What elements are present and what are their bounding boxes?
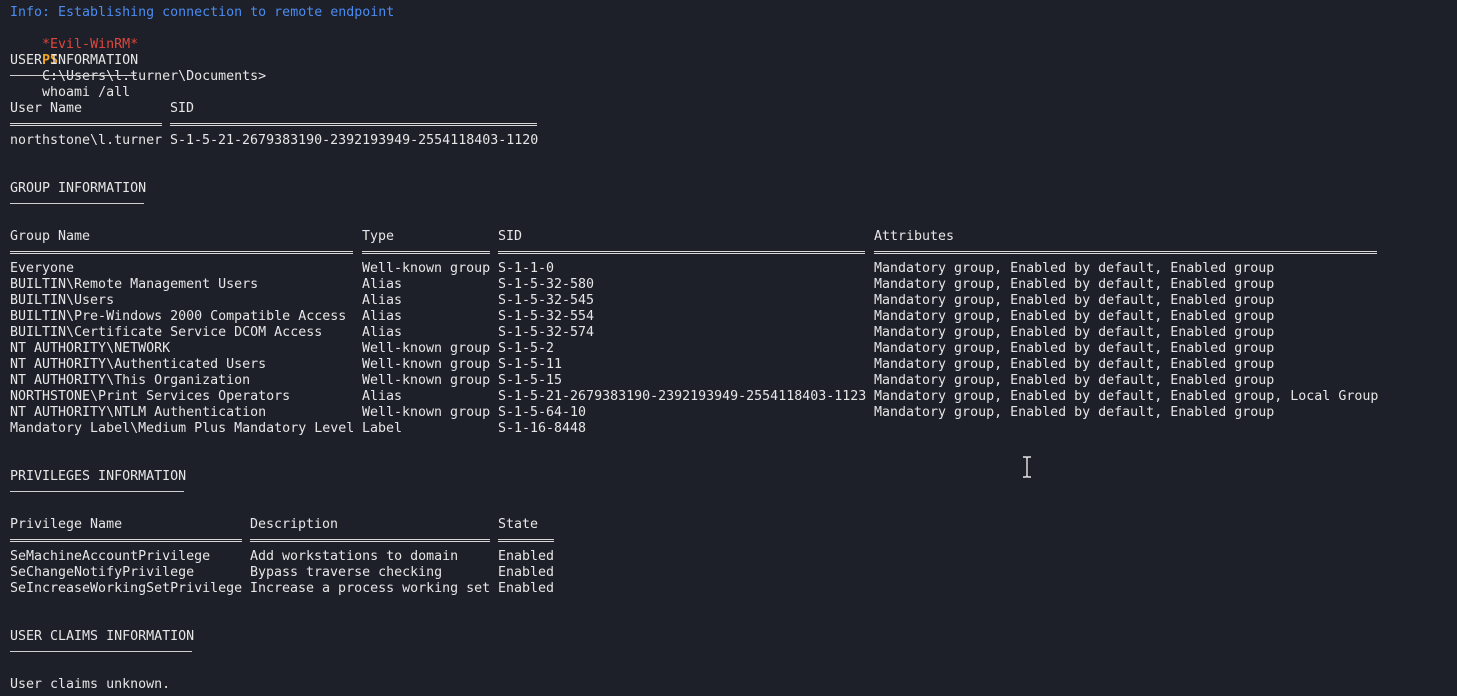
group-sid-cell: S-1-5-32-554 xyxy=(498,309,595,324)
group-type-cell: Alias xyxy=(362,389,403,404)
group-type-cell: Well-known group xyxy=(362,261,491,276)
user-info-underline xyxy=(10,75,136,76)
group-attributes-cell: Mandatory group, Enabled by default, Ena… xyxy=(874,373,1275,388)
group-info-underline xyxy=(10,203,144,204)
group-sid-cell: S-1-5-64-10 xyxy=(498,405,587,420)
group-name-cell: Everyone xyxy=(10,261,75,276)
group-sid-cell: S-1-5-15 xyxy=(498,373,563,388)
privilege-name-cell: SeIncreaseWorkingSetPrivilege xyxy=(10,581,243,596)
group-type-cell: Alias xyxy=(362,325,403,340)
terminal-window[interactable]: Info: Establishing connection to remote … xyxy=(0,0,1457,696)
group-type-cell: Alias xyxy=(362,309,403,324)
privilege-description-cell: Bypass traverse checking xyxy=(250,565,443,580)
privilege-name-cell: SeMachineAccountPrivilege xyxy=(10,549,211,564)
group-type-separator xyxy=(362,251,490,254)
group-sid-cell: S-1-5-21-2679383190-2392193949-255411840… xyxy=(498,389,867,404)
privilege-description-header: Description xyxy=(250,517,339,532)
privilege-name-separator xyxy=(10,539,242,542)
group-info-heading: GROUP INFORMATION xyxy=(10,181,147,196)
prompt-line[interactable]: *Evil-WinRM* PS C:\Users\l.turner\Docume… xyxy=(10,21,266,100)
group-name-separator xyxy=(10,251,353,254)
group-sid-cell: S-1-16-8448 xyxy=(498,421,587,436)
group-sid-cell: S-1-5-32-580 xyxy=(498,277,595,292)
group-sid-header: SID xyxy=(498,229,523,244)
group-name-cell: Mandatory Label\Medium Plus Mandatory Le… xyxy=(10,421,355,436)
group-name-cell: NORTHSTONE\Print Services Operators xyxy=(10,389,291,404)
group-attributes-cell: Mandatory group, Enabled by default, Ena… xyxy=(874,405,1275,420)
group-name-cell: NT AUTHORITY\NETWORK xyxy=(10,341,171,356)
group-type-cell: Alias xyxy=(362,293,403,308)
group-sid-cell: S-1-5-32-574 xyxy=(498,325,595,340)
privilege-description-cell: Increase a process working set xyxy=(250,581,491,596)
group-type-cell: Alias xyxy=(362,277,403,292)
privilege-state-header: State xyxy=(498,517,539,532)
prompt-path: C:\Users\l.turner\Documents> xyxy=(42,69,267,84)
group-attributes-header: Attributes xyxy=(874,229,955,244)
user-name-value: northstone\l.turner xyxy=(10,133,163,148)
text-cursor-icon xyxy=(1023,456,1031,478)
group-attributes-cell: Mandatory group, Enabled by default, Ena… xyxy=(874,389,1379,404)
privileges-info-heading: PRIVILEGES INFORMATION xyxy=(10,469,187,484)
group-type-header: Type xyxy=(362,229,395,244)
user-sid-header: SID xyxy=(170,101,195,116)
group-attributes-cell: Mandatory group, Enabled by default, Ena… xyxy=(874,309,1275,324)
user-info-heading: USER INFORMATION xyxy=(10,53,139,68)
claims-info-text: User claims unknown. xyxy=(10,677,171,692)
group-type-cell: Label xyxy=(362,421,403,436)
info-line: Info: Establishing connection to remote … xyxy=(10,5,395,20)
group-sid-cell: S-1-1-0 xyxy=(498,261,555,276)
group-type-cell: Well-known group xyxy=(362,373,491,388)
group-attributes-cell: Mandatory group, Enabled by default, Ena… xyxy=(874,277,1275,292)
prompt-command[interactable]: whoami /all xyxy=(42,85,130,100)
group-attributes-separator xyxy=(874,251,1377,254)
group-attributes-cell: Mandatory group, Enabled by default, Ena… xyxy=(874,293,1275,308)
group-name-cell: BUILTIN\Users xyxy=(10,293,115,308)
privilege-description-separator xyxy=(250,539,490,542)
group-sid-separator xyxy=(498,251,865,254)
group-attributes-cell: Mandatory group, Enabled by default, Ena… xyxy=(874,325,1275,340)
group-name-cell: BUILTIN\Remote Management Users xyxy=(10,277,259,292)
group-sid-cell: S-1-5-11 xyxy=(498,357,563,372)
claims-info-heading: USER CLAIMS INFORMATION xyxy=(10,629,195,644)
claims-info-underline xyxy=(10,651,192,652)
user-name-separator xyxy=(10,123,162,126)
privileges-info-underline xyxy=(10,491,184,492)
privilege-name-cell: SeChangeNotifyPrivilege xyxy=(10,565,195,580)
user-name-header: User Name xyxy=(10,101,83,116)
group-type-cell: Well-known group xyxy=(362,341,491,356)
user-sid-separator xyxy=(170,123,537,126)
group-name-cell: NT AUTHORITY\This Organization xyxy=(10,373,251,388)
group-attributes-cell: Mandatory group, Enabled by default, Ena… xyxy=(874,357,1275,372)
group-name-cell: BUILTIN\Certificate Service DCOM Access xyxy=(10,325,323,340)
group-attributes-cell: Mandatory group, Enabled by default, Ena… xyxy=(874,341,1275,356)
group-sid-cell: S-1-5-2 xyxy=(498,341,555,356)
privilege-name-header: Privilege Name xyxy=(10,517,123,532)
prompt-shell-name: *Evil-WinRM* xyxy=(42,37,139,52)
group-name-cell: BUILTIN\Pre-Windows 2000 Compatible Acce… xyxy=(10,309,347,324)
privilege-description-cell: Add workstations to domain xyxy=(250,549,459,564)
group-type-cell: Well-known group xyxy=(362,357,491,372)
privilege-state-cell: Enabled xyxy=(498,581,555,596)
group-attributes-cell: Mandatory group, Enabled by default, Ena… xyxy=(874,261,1275,276)
privilege-state-cell: Enabled xyxy=(498,565,555,580)
group-name-header: Group Name xyxy=(10,229,91,244)
user-sid-value: S-1-5-21-2679383190-2392193949-255411840… xyxy=(170,133,539,148)
privilege-state-separator xyxy=(498,539,554,542)
privilege-state-cell: Enabled xyxy=(498,549,555,564)
group-type-cell: Well-known group xyxy=(362,405,491,420)
group-name-cell: NT AUTHORITY\NTLM Authentication xyxy=(10,405,267,420)
group-name-cell: NT AUTHORITY\Authenticated Users xyxy=(10,357,267,372)
group-sid-cell: S-1-5-32-545 xyxy=(498,293,595,308)
